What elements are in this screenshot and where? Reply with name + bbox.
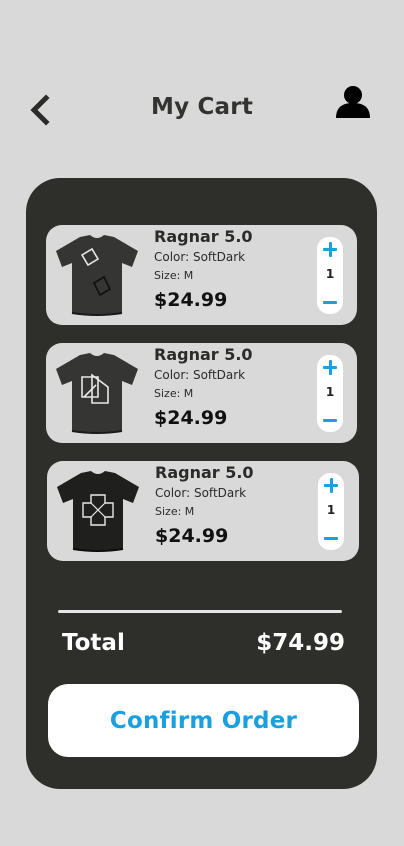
tshirt-image bbox=[56, 235, 138, 316]
header: My Cart bbox=[0, 84, 404, 134]
item-price: $24.99 bbox=[155, 525, 229, 547]
item-name: Ragnar 5.0 bbox=[155, 463, 254, 482]
user-icon bbox=[336, 86, 370, 118]
increase-quantity-button[interactable] bbox=[318, 473, 344, 499]
cart-panel: Ragnar 5.0 Color: SoftDark Size: M $24.9… bbox=[26, 178, 377, 789]
item-price: $24.99 bbox=[154, 407, 228, 429]
item-color: Color: SoftDark bbox=[154, 250, 246, 264]
tshirt-image bbox=[56, 353, 138, 434]
item-size: Size: M bbox=[155, 505, 195, 518]
item-price: $24.99 bbox=[154, 289, 228, 311]
item-size: Size: M bbox=[154, 269, 194, 282]
item-color: Color: SoftDark bbox=[155, 486, 247, 500]
decrease-quantity-button[interactable] bbox=[317, 406, 343, 432]
item-name: Ragnar 5.0 bbox=[154, 227, 253, 246]
item-size: Size: M bbox=[154, 387, 194, 400]
decrease-quantity-button[interactable] bbox=[318, 524, 344, 550]
quantity-stepper: 1 bbox=[317, 355, 343, 432]
item-name: Ragnar 5.0 bbox=[154, 345, 253, 364]
item-color: Color: SoftDark bbox=[154, 368, 246, 382]
cart-item: Ragnar 5.0 Color: SoftDark Size: M $24.9… bbox=[46, 343, 357, 443]
total-divider bbox=[58, 610, 342, 613]
item-quantity: 1 bbox=[326, 503, 336, 517]
confirm-order-button[interactable]: Confirm Order bbox=[48, 684, 359, 757]
cart-item: Ragnar 5.0 Color: SoftDark Size: M $24.9… bbox=[46, 225, 357, 325]
total-label: Total bbox=[62, 630, 125, 656]
decrease-quantity-button[interactable] bbox=[317, 288, 343, 314]
quantity-stepper: 1 bbox=[318, 473, 344, 550]
total-value: $74.99 bbox=[256, 630, 345, 656]
cart-item: Ragnar 5.0 Color: SoftDark Size: M $24.9… bbox=[47, 461, 359, 561]
item-quantity: 1 bbox=[325, 267, 335, 281]
increase-quantity-button[interactable] bbox=[317, 355, 343, 381]
quantity-stepper: 1 bbox=[317, 237, 343, 314]
increase-quantity-button[interactable] bbox=[317, 237, 343, 263]
profile-button[interactable] bbox=[334, 84, 372, 122]
item-quantity: 1 bbox=[325, 385, 335, 399]
tshirt-image bbox=[57, 471, 139, 552]
